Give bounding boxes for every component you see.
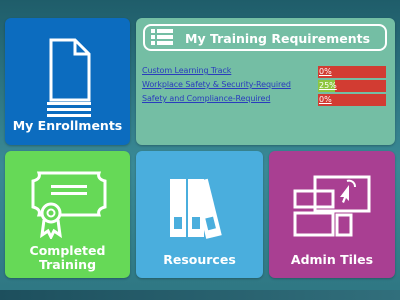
- admin-tiles-label: Admin Tiles: [290, 252, 374, 267]
- completed-training-label-line2: Training: [38, 257, 97, 272]
- completed-training-label-line1: Completed: [29, 243, 106, 258]
- requirement-percent[interactable]: 0%: [319, 95, 332, 104]
- training-requirements-tile: My Training Requirements Custom Learning…: [136, 18, 395, 145]
- certificate-icon: [31, 171, 107, 239]
- requirement-row: Safety and Compliance-Required 0%: [142, 94, 386, 106]
- my-enrollments-label: My Enrollments: [12, 118, 123, 133]
- completed-training-label: Completed Training: [5, 244, 130, 272]
- completed-training-tile[interactable]: Completed Training: [5, 151, 130, 278]
- requirement-row: Workplace Safety & Security-Required 25%: [142, 80, 386, 92]
- requirements-header[interactable]: My Training Requirements: [143, 24, 387, 51]
- requirement-link[interactable]: Custom Learning Track: [142, 66, 231, 75]
- screen-click-icon: [293, 175, 371, 237]
- requirement-link[interactable]: Safety and Compliance-Required: [142, 94, 270, 103]
- list-icon: [151, 29, 173, 45]
- requirements-title: My Training Requirements: [185, 31, 371, 46]
- requirement-percent[interactable]: 25%: [319, 81, 337, 90]
- my-enrollments-tile[interactable]: My Enrollments: [5, 18, 130, 145]
- admin-tiles-tile[interactable]: Admin Tiles: [269, 151, 395, 278]
- resources-label: Resources: [163, 252, 236, 267]
- requirement-percent[interactable]: 0%: [319, 67, 332, 76]
- requirement-progress-bar: 0%: [318, 94, 386, 106]
- document-icon: [47, 38, 91, 117]
- resources-tile[interactable]: Resources: [136, 151, 263, 278]
- requirement-progress-bar: 0%: [318, 66, 386, 78]
- requirement-link[interactable]: Workplace Safety & Security-Required: [142, 80, 291, 89]
- binders-icon: [170, 178, 222, 239]
- bottom-bar: [0, 290, 400, 300]
- requirement-row: Custom Learning Track 0%: [142, 66, 386, 78]
- requirement-progress-bar: 25%: [318, 80, 386, 92]
